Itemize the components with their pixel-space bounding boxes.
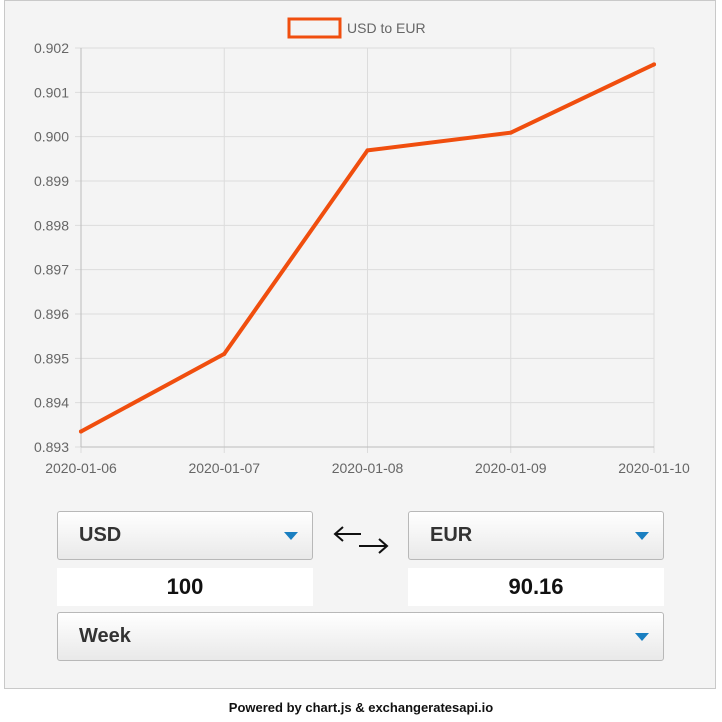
footer-credit: Powered by chart.js & exchangeratesapi.i… [228,700,494,715]
data-point[interactable] [365,148,370,153]
legend-label[interactable]: USD to EUR [347,20,426,36]
y-tick-label: 0.898 [34,217,69,233]
data-point[interactable] [508,130,513,135]
y-tick-label: 0.894 [34,395,69,411]
y-axis-ticks: 0.902 0.901 0.900 0.899 0.898 0.897 0.896 0.895… [34,40,69,455]
x-axis-ticks: 2020-01-06 2020-01-07 2020-01-08 2020-01-09… [45,460,690,476]
x-tick-label: 2020-01-07 [188,460,260,476]
to-currency-label: EUR [430,524,473,546]
chart-grid [75,47,655,453]
y-tick-label: 0.901 [34,84,69,100]
data-point[interactable] [222,351,227,356]
from-currency-select[interactable]: USD [57,511,313,560]
swap-arrows-icon[interactable] [327,520,391,560]
data-point[interactable] [79,429,83,434]
from-amount-input[interactable]: 100 [57,568,313,606]
data-point[interactable] [652,62,656,67]
caret-down-icon [284,532,298,540]
exchange-rate-chart: 0.902 0.901 0.900 0.899 0.898 0.897 0.896 0.895… [34,17,690,476]
period-label: Week [79,625,131,647]
y-tick-label: 0.893 [34,439,69,455]
chart-legend[interactable]: USD to EUR [287,17,426,39]
y-tick-label: 0.895 [34,350,69,366]
caret-down-icon [635,532,649,540]
y-tick-label: 0.897 [34,262,69,278]
period-select[interactable]: Week [57,612,664,661]
from-currency-label: USD [79,524,122,546]
to-currency-select[interactable]: EUR [408,511,664,560]
y-tick-label: 0.899 [34,173,69,189]
y-tick-label: 0.896 [34,306,69,322]
to-amount-output: 90.16 [408,568,664,606]
x-tick-label: 2020-01-10 [618,460,690,476]
caret-down-icon [635,633,649,641]
y-tick-label: 0.902 [34,40,69,56]
x-tick-label: 2020-01-09 [475,460,547,476]
x-tick-label: 2020-01-06 [45,460,117,476]
y-tick-label: 0.900 [34,129,69,145]
x-tick-label: 2020-01-08 [332,460,404,476]
legend-swatch[interactable] [287,17,342,39]
